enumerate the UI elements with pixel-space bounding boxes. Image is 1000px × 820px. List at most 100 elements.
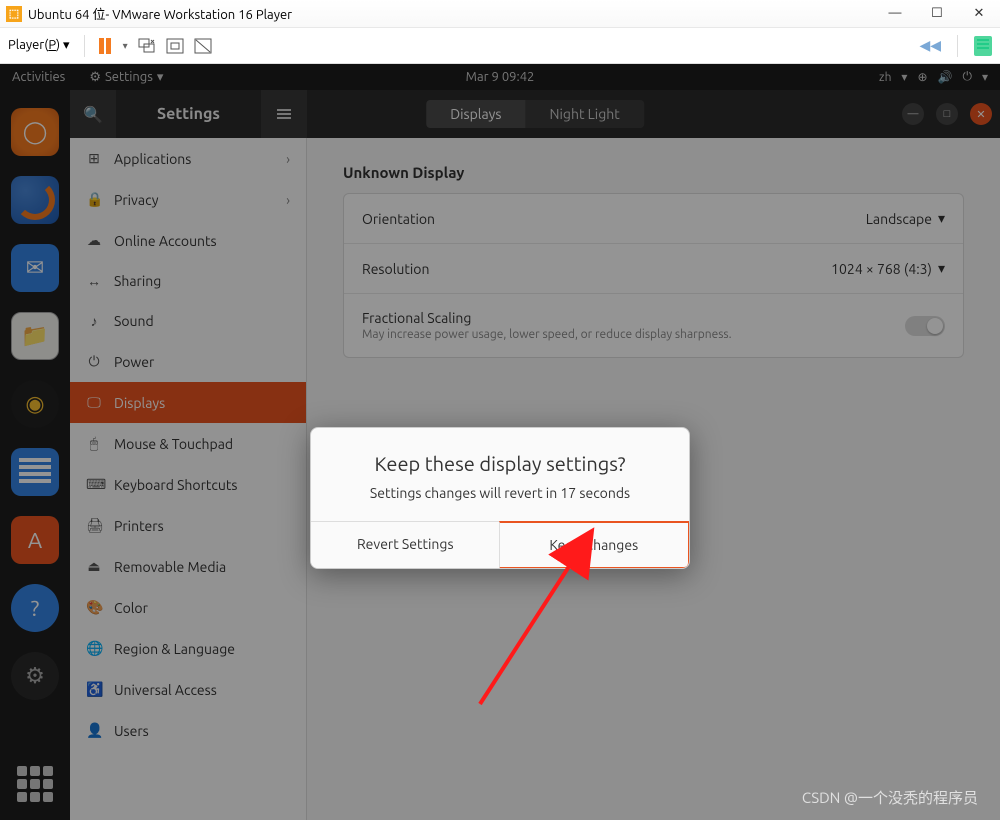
header-tabs: Displays Night Light	[426, 100, 644, 128]
dock-files-icon[interactable]: 📁	[11, 312, 59, 360]
tab-displays[interactable]: Displays	[426, 100, 525, 128]
player-menu[interactable]: Player(P) ▾	[8, 38, 70, 53]
sidebar-icon: ⏻	[86, 353, 102, 370]
send-ctrl-alt-del-icon[interactable]	[138, 37, 156, 55]
chevron-down-icon: ▾	[157, 70, 164, 85]
sidebar-icon: ⏏	[86, 558, 102, 575]
chevron-down-icon[interactable]: ▾	[123, 40, 128, 52]
app-menu[interactable]: ⚙ Settings ▾	[89, 70, 163, 85]
dock-software-icon[interactable]: A	[11, 516, 59, 564]
sidebar-item-label: Removable Media	[114, 559, 226, 575]
orientation-value: Landscape	[866, 211, 932, 227]
sidebar-icon: 🖨	[86, 517, 102, 534]
sidebar-icon: 🖱	[86, 435, 102, 452]
close-button[interactable]: ✕	[972, 6, 986, 21]
sidebar-item-keyboard-shortcuts[interactable]: ⌨Keyboard Shortcuts	[70, 464, 306, 505]
sidebar-item-sound[interactable]: ♪Sound	[70, 301, 306, 341]
minimize-button[interactable]: —	[888, 6, 902, 21]
dock-thunderbird-icon[interactable]: ✉	[11, 244, 59, 292]
dock-help-icon[interactable]: ?	[11, 584, 59, 632]
resolution-label: Resolution	[362, 261, 429, 277]
sidebar-item-applications[interactable]: ⊞Applications›	[70, 138, 306, 179]
window-minimize-button[interactable]: —	[902, 103, 924, 125]
orientation-label: Orientation	[362, 211, 435, 227]
sidebar-item-label: Keyboard Shortcuts	[114, 477, 237, 493]
sidebar-icon: ↔	[86, 273, 102, 289]
sidebar-item-label: Region & Language	[114, 641, 235, 657]
sidebar-icon: 🌐	[86, 640, 102, 657]
unity-icon[interactable]	[194, 37, 212, 55]
dock-ubuntu-icon[interactable]: ◯	[11, 108, 59, 156]
sidebar-item-label: Privacy	[114, 192, 158, 208]
sidebar-item-privacy[interactable]: 🔒 Privacy ›	[70, 179, 306, 220]
sidebar-item-label: Mouse & Touchpad	[114, 436, 233, 452]
sidebar-item-displays[interactable]: 🖵 Displays	[70, 382, 306, 423]
tab-night-light[interactable]: Night Light	[526, 100, 644, 128]
sidebar-item-online-accounts[interactable]: ☁Online Accounts	[70, 220, 306, 261]
sidebar-item-label: Applications	[114, 151, 191, 167]
sidebar-item-region-language[interactable]: 🌐 Region & Language	[70, 628, 306, 669]
sidebar-item-label: Universal Access	[114, 682, 217, 698]
window-close-button[interactable]: ✕	[970, 103, 992, 125]
sidebar-item-label: Sharing	[114, 273, 161, 289]
activities-button[interactable]: Activities	[12, 70, 65, 84]
revert-settings-button[interactable]: Revert Settings	[311, 522, 500, 568]
sidebar-item-printers[interactable]: 🖨Printers	[70, 505, 306, 546]
sidebar-icon: 🖵	[86, 394, 102, 411]
show-applications-icon[interactable]	[17, 766, 53, 802]
power-icon[interactable]: ⏻	[962, 70, 972, 84]
sidebar-item-removable-media[interactable]: ⏏ Removable Media	[70, 546, 306, 587]
chevron-right-icon: ›	[286, 192, 290, 208]
sidebar-item-label: Power	[114, 354, 154, 370]
volume-icon[interactable]: 🔊	[938, 70, 953, 84]
settings-sidebar: ⊞Applications›🔒Privacy›☁Online Accounts↔…	[70, 138, 307, 820]
language-indicator[interactable]: zh	[879, 71, 891, 84]
notes-icon[interactable]	[974, 36, 992, 56]
fullscreen-icon[interactable]	[166, 37, 184, 55]
separator	[957, 35, 958, 57]
dock-firefox-icon[interactable]	[11, 176, 59, 224]
sidebar-item-users[interactable]: 👤Users	[70, 710, 306, 751]
ubuntu-desktop: Activities ⚙ Settings ▾ Mar 9 09:42 zh ▾…	[0, 64, 1000, 820]
keep-settings-dialog: Keep these display settings? Settings ch…	[310, 427, 690, 569]
clock[interactable]: Mar 9 09:42	[466, 70, 535, 84]
dialog-title: Keep these display settings?	[331, 452, 669, 475]
dock-settings-icon[interactable]: ⚙	[11, 652, 59, 700]
maximize-button[interactable]: ☐	[930, 6, 944, 21]
settings-headerbar: 🔍 Settings Displays Night Light — □ ✕	[70, 90, 1000, 138]
sidebar-item-universal-access[interactable]: ♿Universal Access	[70, 669, 306, 710]
dialog-message: Settings changes will revert in 17 secon…	[331, 485, 669, 501]
sidebar-icon: ☁	[86, 232, 102, 249]
separator	[84, 35, 85, 57]
vmware-titlebar: ⬚ Ubuntu 64 位- VMware Workstation 16 Pla…	[0, 0, 1000, 28]
chevron-down-icon: ▾	[938, 260, 945, 277]
sidebar-item-mouse-touchpad[interactable]: 🖱 Mouse & Touchpad	[70, 423, 306, 464]
pause-icon[interactable]	[99, 38, 111, 54]
sidebar-item-power[interactable]: ⏻ Power	[70, 341, 306, 382]
sidebar-item-label: Sound	[114, 313, 154, 329]
gnome-topbar: Activities ⚙ Settings ▾ Mar 9 09:42 zh ▾…	[0, 64, 1000, 90]
dock-writer-icon[interactable]	[11, 448, 59, 496]
hamburger-menu[interactable]	[261, 90, 307, 138]
chevron-right-icon: ›	[286, 151, 290, 167]
sidebar-item-label: Displays	[114, 395, 165, 411]
display-panel: Orientation Landscape ▾ Resolution 1024 …	[343, 193, 964, 358]
sidebar-item-sharing[interactable]: ↔ Sharing	[70, 261, 306, 301]
sidebar-icon: 🔒	[86, 191, 102, 208]
resolution-row[interactable]: Resolution 1024 × 768 (4:3) ▾	[344, 244, 963, 294]
keep-changes-button[interactable]: Keep Changes	[499, 521, 691, 569]
fast-forward-icon[interactable]: ◀◀	[919, 37, 941, 54]
window-maximize-button[interactable]: □	[936, 103, 958, 125]
chevron-down-icon: ▾	[901, 70, 907, 84]
sidebar-item-label: Users	[114, 723, 149, 739]
network-icon[interactable]: ⊕	[917, 70, 927, 84]
sidebar-item-color[interactable]: 🎨Color	[70, 587, 306, 628]
scaling-sublabel: May increase power usage, lower speed, o…	[362, 328, 732, 341]
search-button[interactable]: 🔍	[70, 90, 116, 138]
sidebar-icon: 🎨	[86, 599, 102, 616]
scaling-toggle[interactable]	[905, 316, 945, 336]
vmware-logo-icon: ⬚	[6, 6, 22, 22]
orientation-row[interactable]: Orientation Landscape ▾	[344, 194, 963, 244]
ubuntu-dock: ◯ ✉ 📁 ◉ A ? ⚙	[0, 90, 70, 820]
dock-rhythmbox-icon[interactable]: ◉	[11, 380, 59, 428]
